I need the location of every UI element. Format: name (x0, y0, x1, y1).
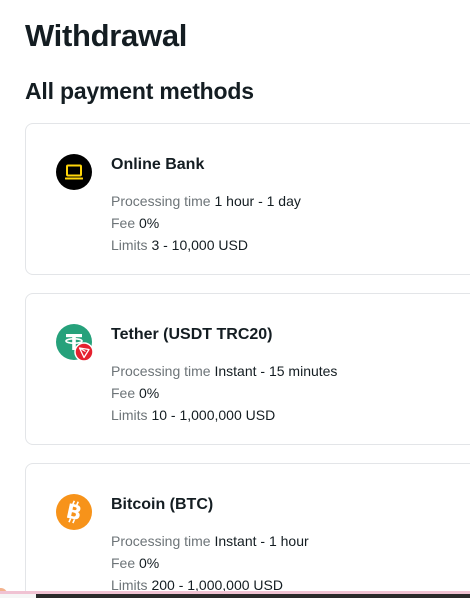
section-title: All payment methods (25, 78, 254, 104)
payment-method-card-online-bank[interactable]: Online Bank Processing time 1 hour - 1 d… (25, 123, 470, 275)
processing-time-value: Instant - 15 minutes (214, 363, 338, 379)
processing-time-row: Processing time Instant - 1 hour (111, 530, 309, 552)
taskbar-strip (0, 594, 470, 598)
fee-row: Fee 0% (111, 212, 301, 234)
withdrawal-page: Withdrawal All payment methods Online Ba… (0, 0, 470, 598)
fee-value: 0% (139, 555, 160, 571)
payment-method-card-bitcoin[interactable]: B Bitcoin (BTC) Processing time Instant … (25, 463, 470, 598)
fee-row: Fee 0% (111, 382, 337, 404)
fee-row: Fee 0% (111, 552, 309, 574)
processing-time-row: Processing time 1 hour - 1 day (111, 190, 301, 212)
payment-method-name: Tether (USDT TRC20) (111, 326, 273, 343)
limits-row: Limits 10 - 1,000,000 USD (111, 404, 337, 426)
limits-row: Limits 3 - 10,000 USD (111, 234, 301, 256)
limits-label: Limits (111, 407, 148, 423)
fee-value: 0% (139, 385, 160, 401)
payment-method-card-tether[interactable]: Tether (USDT TRC20) Processing time Inst… (25, 293, 470, 445)
processing-time-label: Processing time (111, 193, 211, 209)
tether-tron-icon (56, 324, 94, 362)
processing-time-label: Processing time (111, 363, 211, 379)
fee-value: 0% (139, 215, 160, 231)
fee-label: Fee (111, 215, 136, 231)
limits-label: Limits (111, 237, 148, 253)
limits-value: 10 - 1,000,000 USD (151, 407, 276, 423)
fee-label: Fee (111, 385, 136, 401)
processing-time-row: Processing time Instant - 15 minutes (111, 360, 337, 382)
processing-time-label: Processing time (111, 533, 211, 549)
laptop-icon (56, 154, 92, 190)
payment-method-name: Bitcoin (BTC) (111, 496, 214, 513)
page-title: Withdrawal (25, 18, 188, 53)
payment-method-name: Online Bank (111, 156, 205, 173)
processing-time-value: Instant - 1 hour (214, 533, 309, 549)
bitcoin-icon: B (56, 494, 92, 530)
limits-value: 3 - 10,000 USD (151, 237, 248, 253)
processing-time-value: 1 hour - 1 day (214, 193, 301, 209)
fee-label: Fee (111, 555, 136, 571)
taskbar-segment (0, 594, 36, 598)
